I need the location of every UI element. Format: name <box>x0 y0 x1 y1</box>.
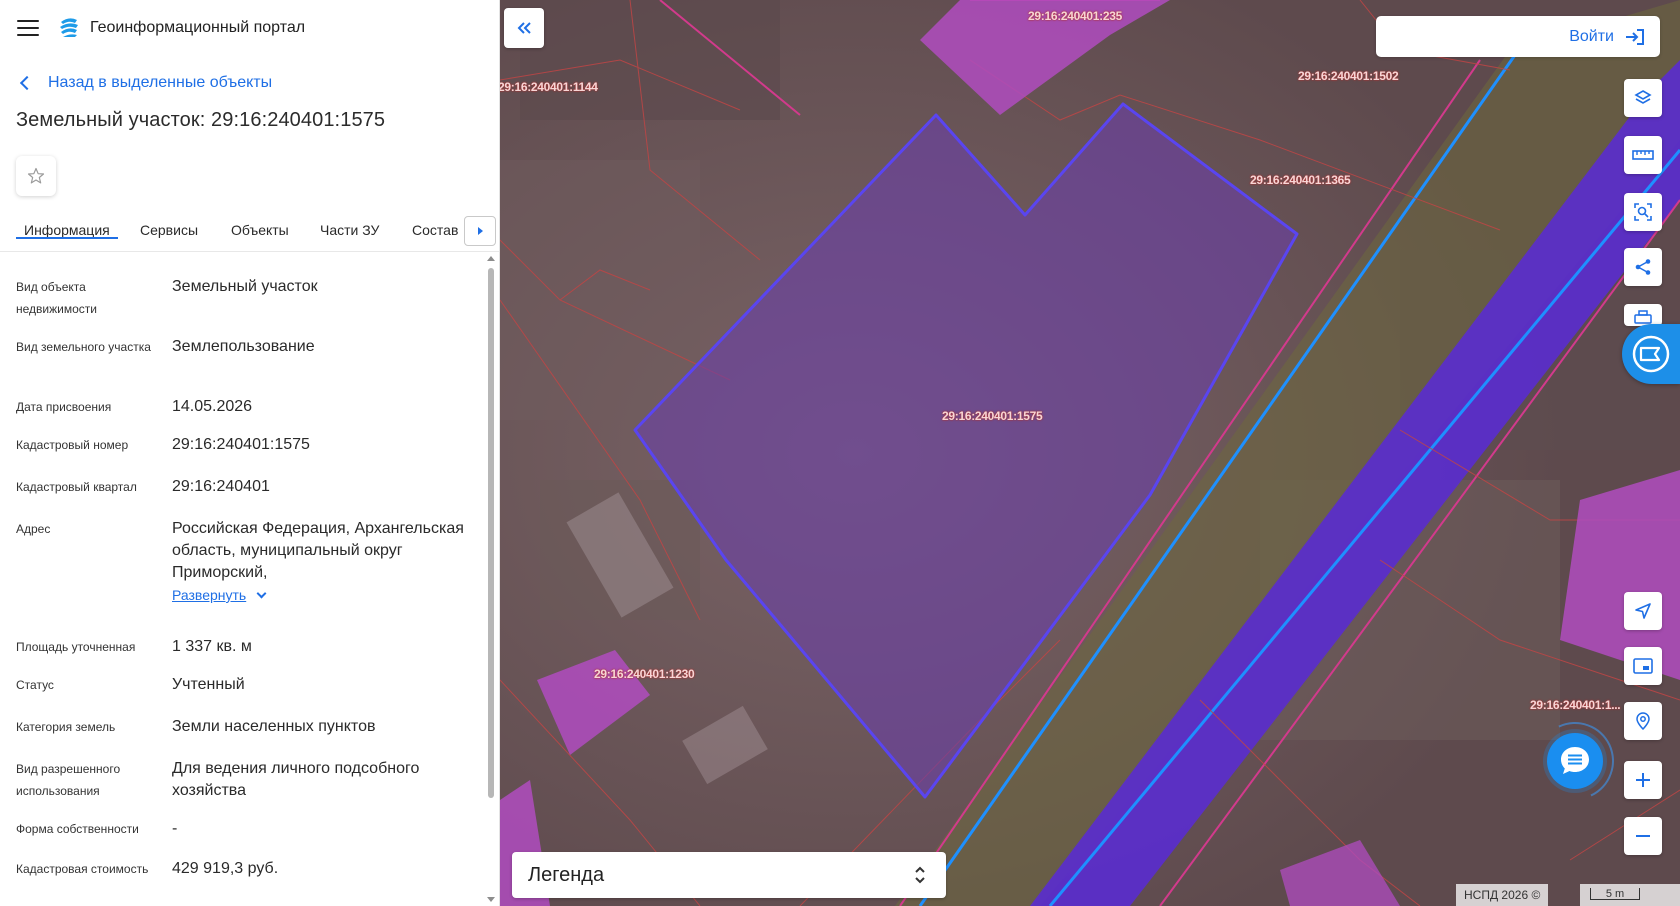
share-button[interactable] <box>1624 248 1662 286</box>
tab-info[interactable]: Информация <box>16 212 118 239</box>
prop-value: Земельный участок <box>172 278 318 295</box>
login-icon <box>1626 28 1644 45</box>
chevron-down-icon <box>256 588 267 598</box>
prop-key: Кадастровый квартал <box>16 480 137 494</box>
prop-value: Учтенный <box>172 676 245 693</box>
prop-key: Адрес <box>16 522 51 536</box>
prop-value: 14.05.2026 <box>172 398 253 415</box>
panel-scrollbar[interactable] <box>486 254 496 906</box>
prop-key: Дата присвоения <box>16 400 112 414</box>
chevron-updown-icon <box>915 866 925 884</box>
prop-key: Кадастровый номер <box>16 438 129 452</box>
caret-right-icon <box>477 227 483 235</box>
tab-services[interactable]: Сервисы <box>140 212 198 238</box>
layers-button[interactable] <box>1624 79 1662 117</box>
measure-button[interactable] <box>1624 136 1662 174</box>
login-label: Войти <box>1569 27 1614 45</box>
chat-icon <box>1561 747 1589 774</box>
address-text: Российская Федерация, Архангельская обла… <box>172 520 464 581</box>
back-link-label: Назад в выделенные объекты <box>48 74 273 91</box>
geolocate-button[interactable] <box>1624 592 1662 630</box>
tab-bar: Информация Сервисы Объекты Части ЗУ Сост… <box>0 212 499 252</box>
page-title: Земельный участок: 29:16:240401:1575 <box>16 109 386 131</box>
prop-value: 29:16:240401:1575 <box>172 436 310 453</box>
minimap-icon <box>1633 658 1653 674</box>
zoom-in-button[interactable] <box>1624 761 1662 799</box>
prop-key: Вид земельного участка <box>16 340 151 354</box>
app-header: Геоинформационный портал <box>0 0 499 56</box>
gosuslugi-button[interactable] <box>1622 324 1680 384</box>
expand-link[interactable]: Развернуть <box>172 584 267 606</box>
parcel-label[interactable]: 29:16:240401:1502 <box>1298 69 1399 83</box>
legend-label: Легенда <box>528 863 605 886</box>
prop-value: Для ведения личного подсобного хозяйства <box>172 760 420 799</box>
map-attribution: НСПД 2026 © <box>1456 884 1549 906</box>
menu-icon[interactable] <box>17 20 39 36</box>
prop-value: Земли населенных пунктов <box>172 718 376 735</box>
legend-dropdown[interactable]: Легенда <box>512 852 946 898</box>
location-search-icon <box>1636 712 1650 730</box>
navigation-arrow-icon <box>1635 603 1651 619</box>
prop-key: Статус <box>16 678 54 692</box>
favorite-button[interactable] <box>16 156 56 196</box>
print-button[interactable] <box>1624 304 1662 326</box>
prop-value: 29:16:240401 <box>172 478 270 495</box>
scroll-down-arrow-icon[interactable] <box>487 897 495 902</box>
ruler-icon <box>1632 150 1654 160</box>
prop-key: Форма собственности <box>16 822 139 836</box>
prop-value: - <box>172 820 178 837</box>
parcel-label[interactable]: 29:16:240401:1... <box>1530 698 1621 712</box>
chat-button[interactable] <box>1547 733 1603 789</box>
prop-value: Российская Федерация, Архангельская обла… <box>172 518 472 607</box>
tab-parts[interactable]: Части ЗУ <box>320 212 379 238</box>
select-area-button[interactable] <box>1624 193 1662 231</box>
scroll-thumb[interactable] <box>488 268 494 798</box>
tabs-scroll-right-button[interactable] <box>464 216 496 246</box>
scale-bar: 5 m <box>1580 884 1680 906</box>
map-canvas[interactable] <box>500 0 1680 906</box>
app-title: Геоинформационный портал <box>90 19 306 36</box>
search-location-button[interactable] <box>1624 702 1662 740</box>
scale-bar-label: 5 m <box>1590 888 1640 900</box>
expand-label: Развернуть <box>172 587 247 603</box>
prop-key: Площадь уточненная <box>16 640 136 654</box>
minimap-button[interactable] <box>1624 647 1662 685</box>
login-button[interactable]: Войти <box>1376 16 1660 57</box>
parcel-label[interactable]: 29:16:240401:235 <box>1028 9 1122 23</box>
double-chevron-left-icon <box>517 22 531 34</box>
share-icon <box>1635 259 1651 275</box>
plus-icon <box>1636 773 1650 787</box>
tab-objects[interactable]: Объекты <box>231 212 289 238</box>
back-link[interactable]: Назад в выделенные объекты <box>0 71 499 95</box>
tab-composition[interactable]: Состав <box>412 212 458 238</box>
gosuslugi-icon <box>1632 335 1670 373</box>
prop-value: 1 337 кв. м <box>172 638 252 655</box>
minus-icon <box>1636 835 1650 837</box>
prop-value: Землепользование <box>172 338 315 355</box>
selection-icon <box>1634 203 1652 221</box>
prop-key: Кадастровая стоимость <box>16 862 149 876</box>
chevron-left-icon <box>19 75 35 91</box>
map-view[interactable]: 29:16:240401:235 29:16:240401:1144 29:16… <box>500 0 1680 906</box>
portal-logo-icon <box>60 18 78 37</box>
printer-icon <box>1634 310 1652 324</box>
scroll-up-arrow-icon[interactable] <box>487 256 495 261</box>
parcel-label-selected[interactable]: 29:16:240401:1575 <box>942 409 1043 423</box>
prop-value: 429 919,3 руб. <box>172 860 279 877</box>
collapse-panel-button[interactable] <box>504 8 544 48</box>
layers-icon <box>1634 90 1652 104</box>
zoom-out-button[interactable] <box>1624 817 1662 855</box>
prop-key: Категория земель <box>16 720 116 734</box>
parcel-label[interactable]: 29:16:240401:1365 <box>1250 173 1351 187</box>
parcel-label[interactable]: 29:16:240401:1144 <box>500 80 598 94</box>
prop-key: Вид разрешенного использования <box>16 762 121 798</box>
parcel-label[interactable]: 29:16:240401:1230 <box>594 667 695 681</box>
info-panel: Геоинформационный портал Назад в выделен… <box>0 0 500 906</box>
star-icon <box>27 167 45 184</box>
prop-key: Вид объекта недвижимости <box>16 280 97 316</box>
